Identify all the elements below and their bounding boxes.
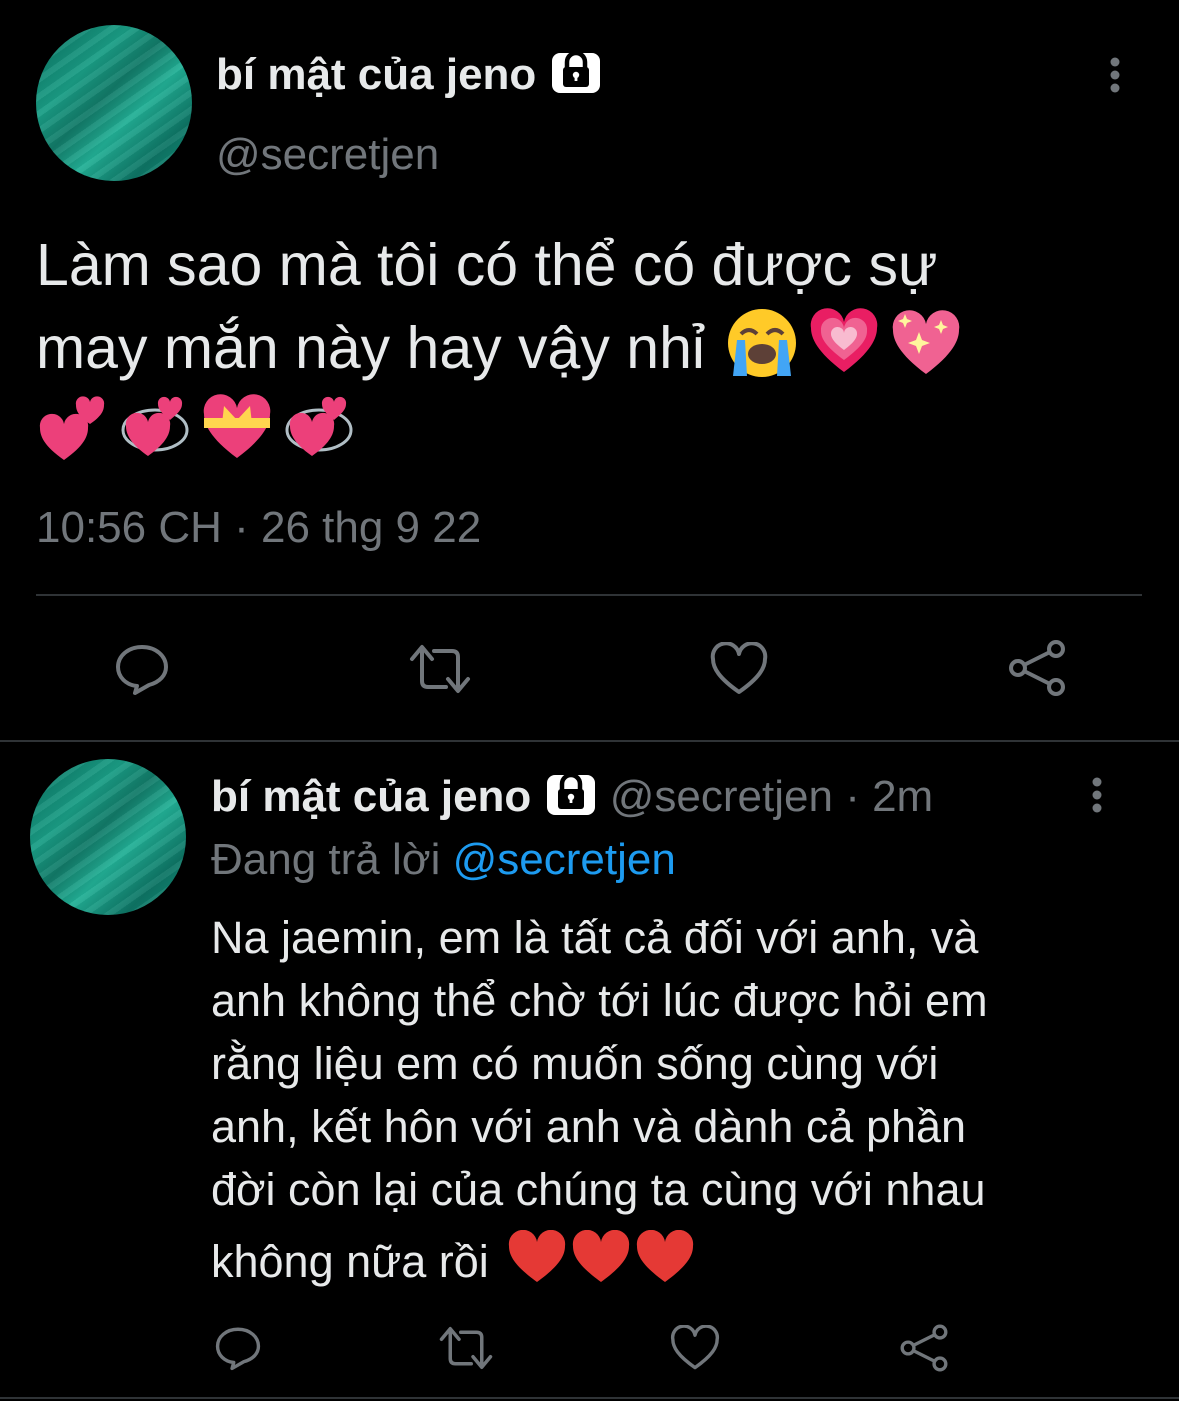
reply-author-handle[interactable]: @secretjen	[610, 772, 833, 821]
more-options-icon[interactable]	[1100, 56, 1130, 96]
sparkling-heart-emoji	[889, 306, 963, 390]
bottom-divider	[0, 1397, 1179, 1399]
red-heart-emoji	[507, 1229, 567, 1293]
reply-text-line: anh không thể chờ tới lúc được hỏi em	[211, 975, 988, 1026]
reply-author-name[interactable]: bí mật của jeno	[211, 772, 531, 821]
reply-body: Na jaemin, em là tất cả đối với anh, và …	[211, 915, 988, 1293]
reply-header: bí mật của jeno @secretjen · 2m	[211, 770, 933, 829]
red-heart-emoji	[571, 1229, 631, 1293]
replying-to: Đang trả lời @secretjen	[211, 835, 676, 885]
reply-share-button[interactable]	[896, 1322, 952, 1374]
author-handle[interactable]: @secretjen	[216, 130, 439, 180]
tweet-date: 26 thg 9 22	[261, 503, 482, 552]
author-name-text: bí mật của jeno	[216, 50, 537, 100]
reply-icon	[116, 645, 168, 695]
reply-button[interactable]	[112, 640, 172, 698]
replying-to-label: Đang trả lời	[211, 835, 441, 884]
timestamp-divider	[36, 594, 1142, 596]
reply-reply-button[interactable]	[212, 1324, 264, 1372]
share-icon	[1009, 640, 1065, 696]
author-avatar[interactable]	[36, 25, 192, 181]
lock-icon	[544, 770, 598, 829]
lock-icon	[549, 48, 603, 107]
retweet-icon	[410, 645, 470, 693]
tweet-emoji-line	[36, 392, 963, 472]
retweet-button[interactable]	[408, 640, 472, 698]
reply-separator: ·	[832, 772, 873, 822]
tweet-text-line-2: may mắn này hay vậy nhỉ	[36, 308, 963, 386]
loudly-crying-face-emoji	[725, 306, 799, 390]
reply-text-line: rằng liệu em có muốn sống cùng với	[211, 1038, 939, 1089]
red-heart-emoji	[635, 1229, 695, 1293]
reply-icon	[215, 1327, 261, 1371]
heart-with-ribbon-emoji	[200, 390, 274, 474]
tweet-text-line: Làm sao mà tôi có thể có được sự	[36, 232, 938, 298]
reply-author-avatar[interactable]	[30, 759, 186, 915]
reply-time-ago[interactable]: 2m	[872, 772, 933, 821]
revolving-hearts-emoji	[118, 390, 192, 474]
retweet-icon	[439, 1327, 493, 1369]
author-name[interactable]: bí mật của jeno	[216, 48, 603, 107]
timestamp-separator: ·	[221, 503, 261, 552]
reply-text-line: anh, kết hôn với anh và dành cả phần	[211, 1101, 967, 1152]
tweet-timestamp[interactable]: 10:56 CH · 26 thg 9 22	[36, 503, 481, 553]
reply-retweet-button[interactable]	[437, 1324, 495, 1372]
like-button[interactable]	[708, 640, 770, 698]
growing-heart-emoji	[807, 306, 881, 390]
reply-text-line: đời còn lại của chúng ta cùng với nhau	[211, 1164, 986, 1215]
reply-text-last-line: không nữa rồi	[211, 1229, 988, 1293]
tweet-divider	[0, 740, 1179, 742]
reply-more-options-icon[interactable]	[1082, 776, 1112, 816]
like-icon	[670, 1325, 720, 1370]
revolving-hearts-emoji	[282, 390, 356, 474]
tweet-time: 10:56 CH	[36, 503, 222, 552]
like-icon	[710, 642, 768, 694]
share-icon	[900, 1324, 948, 1372]
tweet-body: Làm sao mà tôi có thể có được sự may mắn…	[36, 236, 963, 472]
reply-text-line: Na jaemin, em là tất cả đối với anh, và	[211, 912, 979, 963]
replying-to-handle[interactable]: @secretjen	[453, 835, 676, 884]
two-hearts-emoji	[36, 390, 110, 474]
share-button[interactable]	[1004, 638, 1070, 698]
reply-like-button[interactable]	[668, 1324, 722, 1372]
